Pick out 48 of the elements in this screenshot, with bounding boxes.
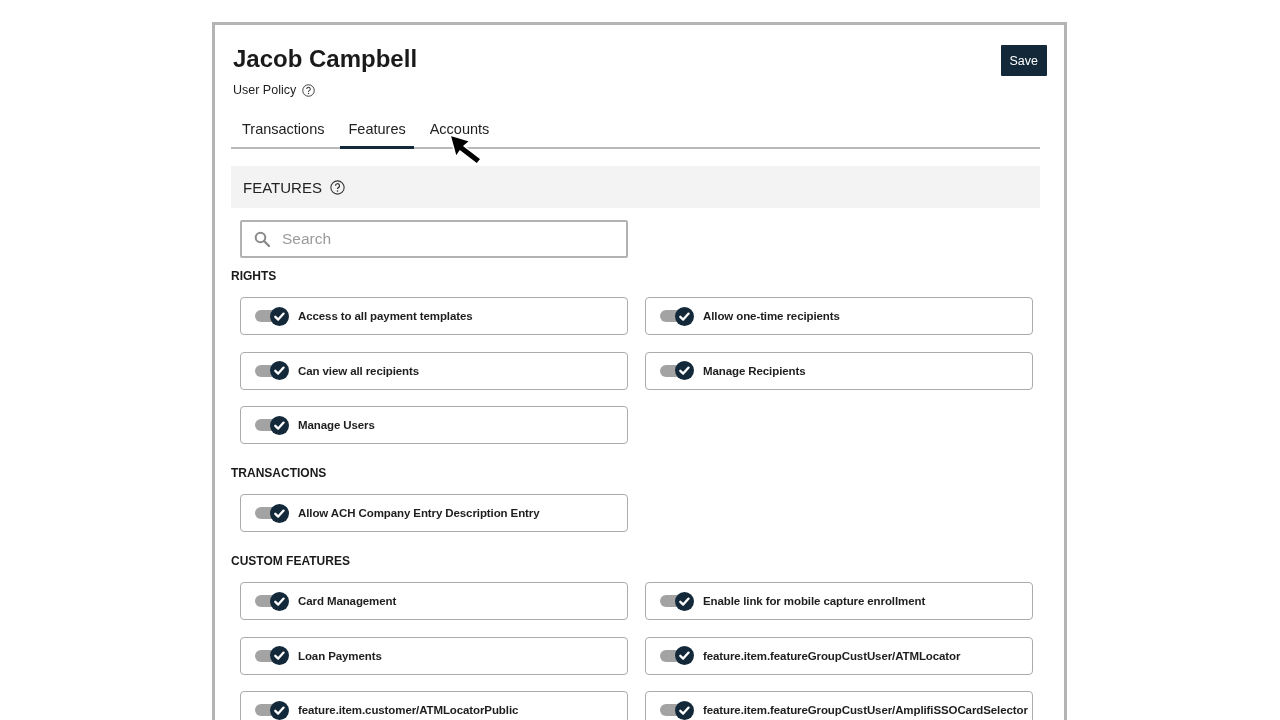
- tab[interactable]: Transactions: [234, 111, 333, 149]
- check-icon: [270, 591, 289, 611]
- search-icon: [254, 231, 270, 247]
- feature-label: Access to all payment templates: [298, 310, 473, 322]
- tab[interactable]: Features: [340, 111, 414, 149]
- group-heading: RIGHTS: [231, 268, 277, 284]
- check-icon: [270, 361, 289, 380]
- check-icon: [270, 503, 289, 523]
- tab[interactable]: Accounts: [421, 111, 498, 149]
- feature-label: Card Management: [298, 595, 397, 607]
- subtitle-label: User Policy: [233, 82, 297, 98]
- toggle-switch[interactable]: [660, 306, 694, 326]
- feature-label: Allow ACH Company Entry Description Entry: [298, 507, 540, 519]
- feature-label: feature.item.featureGroupCustUser/AmplifiSSOCardSelector: [703, 704, 1028, 716]
- toggle-switch[interactable]: [660, 361, 694, 380]
- help-icon[interactable]: [302, 83, 316, 97]
- feature-label: Can view all recipients: [298, 364, 420, 377]
- toggle-switch[interactable]: [255, 503, 289, 523]
- group-heading: CUSTOM FEATURES: [231, 553, 350, 569]
- section-title: FEATURES: [243, 178, 322, 196]
- check-icon: [675, 306, 694, 326]
- feature-label: feature.item.customer/ATMLocatorPublic: [298, 704, 519, 716]
- toggle-switch[interactable]: [660, 700, 694, 720]
- help-icon[interactable]: [329, 179, 345, 195]
- check-icon: [675, 646, 694, 665]
- feature-label: Allow one-time recipients: [703, 310, 840, 322]
- toggle-switch[interactable]: [660, 646, 694, 665]
- feature-label: Loan Payments: [298, 649, 382, 662]
- user-name-title: Jacob Campbell: [233, 44, 418, 74]
- search-field[interactable]: Search: [240, 220, 628, 258]
- toggle-switch[interactable]: [255, 591, 289, 611]
- toggle-switch[interactable]: [255, 415, 289, 435]
- group-heading: TRANSACTIONS: [231, 465, 327, 481]
- check-icon: [270, 306, 289, 326]
- save-button[interactable]: Save: [1000, 45, 1047, 76]
- feature-label: Manage Recipients: [703, 364, 806, 377]
- feature-label: Enable link for mobile capture enrollment: [703, 595, 926, 607]
- check-icon: [270, 415, 289, 435]
- feature-label: feature.item.featureGroupCustUser/ATMLocator: [703, 649, 961, 662]
- check-icon: [675, 361, 694, 380]
- check-icon: [675, 591, 694, 611]
- toggle-switch[interactable]: [255, 306, 289, 326]
- toggle-switch[interactable]: [255, 646, 289, 665]
- toggle-switch[interactable]: [660, 591, 694, 611]
- toggle-switch[interactable]: [255, 700, 289, 720]
- check-icon: [270, 646, 289, 665]
- toggle-switch[interactable]: [255, 361, 289, 380]
- feature-label: Manage Users: [298, 419, 375, 431]
